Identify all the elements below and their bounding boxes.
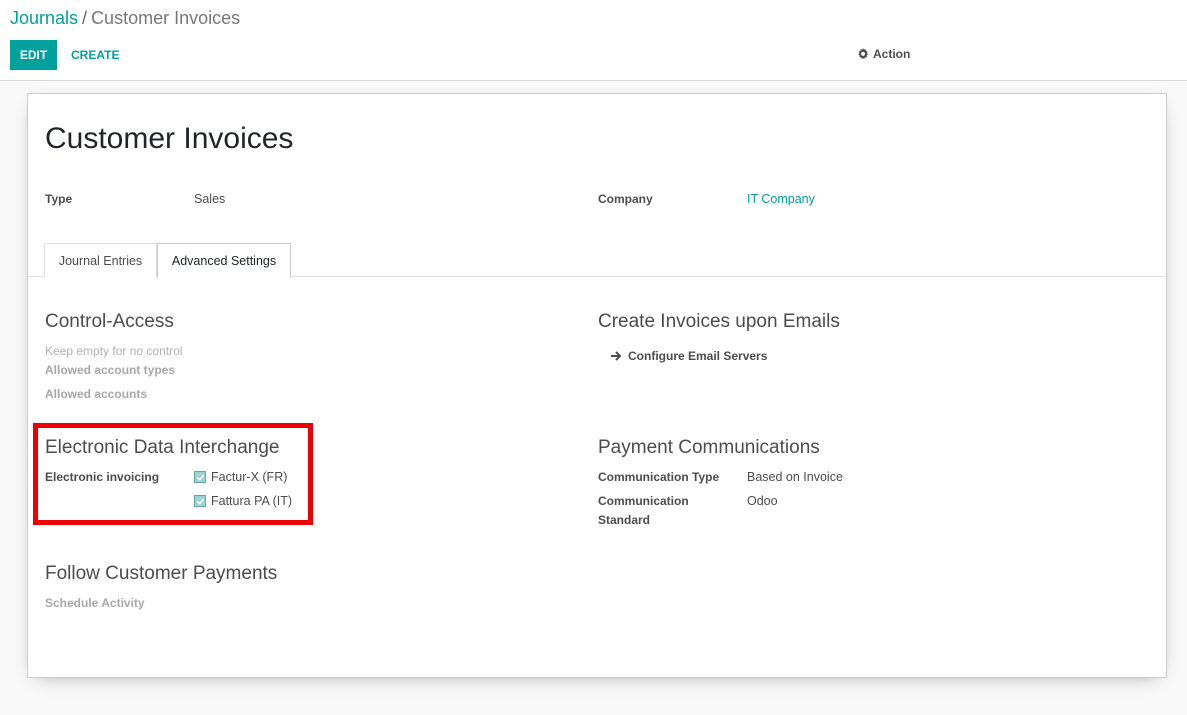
breadcrumb-separator: / <box>82 8 88 28</box>
communication-type-value: Based on Invoice <box>747 470 843 484</box>
schedule-activity-label: Schedule Activity <box>45 596 145 610</box>
edit-button[interactable]: EDIT <box>10 40 57 70</box>
payment-communications-title: Payment Communications <box>598 437 820 458</box>
communication-type-label: Communication Type <box>598 470 720 484</box>
email-invoices-title: Create Invoices upon Emails <box>598 311 840 332</box>
allowed-accounts-label: Allowed accounts <box>45 387 148 401</box>
tab-journal-entries[interactable]: Journal Entries <box>44 243 157 277</box>
breadcrumb-current: Customer Invoices <box>91 8 241 28</box>
arrow-right-icon <box>611 351 622 361</box>
control-panel: Journals / Customer Invoices EDIT CREATE A… <box>0 0 1187 81</box>
notebook-tabs: Journal Entries Advanced Settings <box>28 243 1166 278</box>
highlight-box <box>33 423 313 525</box>
communication-standard-label-line2: Standard <box>598 513 651 527</box>
control-access-hint: Keep empty for no control <box>45 344 183 358</box>
company-label: Company <box>598 192 653 206</box>
communication-standard-label-line1: Communication <box>598 494 689 508</box>
type-value: Sales <box>194 192 226 206</box>
form-sheet: Customer Invoices Type Sales Company IT … <box>27 93 1167 678</box>
action-label: Action <box>873 47 911 61</box>
communication-standard-value: Odoo <box>747 494 778 508</box>
breadcrumb-journals-link[interactable]: Journals <box>10 8 78 28</box>
action-dropdown[interactable]: Action <box>857 47 910 61</box>
follow-payments-title: Follow Customer Payments <box>45 563 278 584</box>
breadcrumb: Journals / Customer Invoices <box>10 8 240 29</box>
tab-advanced-settings[interactable]: Advanced Settings <box>157 243 291 278</box>
company-link[interactable]: IT Company <box>747 192 815 206</box>
record-title: Customer Invoices <box>45 122 294 155</box>
control-access-title: Control-Access <box>45 311 174 332</box>
configure-email-servers-label: Configure Email Servers <box>628 349 768 363</box>
create-button[interactable]: CREATE <box>63 40 127 70</box>
configure-email-servers-link[interactable]: Configure Email Servers <box>610 349 767 363</box>
allowed-account-types-label: Allowed account types <box>45 363 176 377</box>
type-label: Type <box>45 192 73 206</box>
gear-icon <box>858 48 869 60</box>
